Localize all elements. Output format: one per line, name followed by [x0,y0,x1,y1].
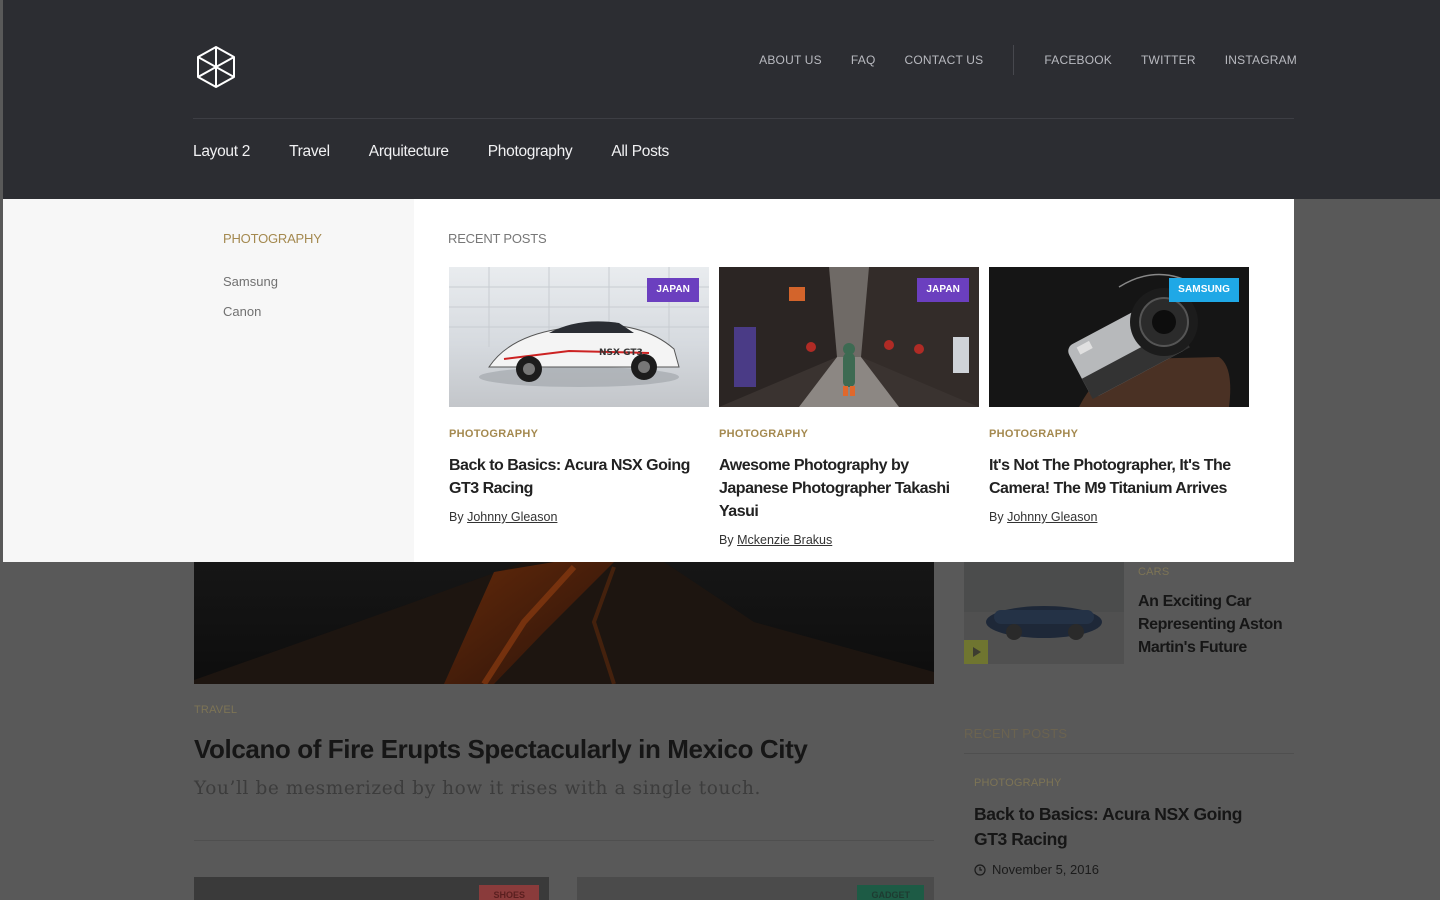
sidebar-recent-heading: RECENT POSTS [964,726,1068,741]
nav-item-arquitecture[interactable]: Arquitecture [369,143,449,161]
car-post-thumb[interactable] [964,562,1124,664]
post-byline: By Mckenzie Brakus [719,533,979,547]
post-title[interactable]: Back to Basics: Acura NSX Going GT3 Raci… [449,454,709,500]
recent-posts-heading: RECENT POSTS [448,231,547,246]
play-icon[interactable] [964,640,988,664]
link-separator [1013,45,1015,75]
divider [194,840,934,841]
post-badge-samsung[interactable]: SAMSUNG [1169,278,1239,302]
subcategory-samsung[interactable]: Samsung [223,274,278,289]
byline-prefix: By [719,533,734,547]
post-card: NSX GT3 JAPAN PHOTOGRAPHY Back to Basics… [449,267,709,524]
nav-item-photography[interactable]: Photography [488,143,573,161]
divider [964,753,1294,754]
recent-post-title[interactable]: Back to Basics: Acura NSX Going GT3 Raci… [974,802,1274,852]
main-nav: Layout 2 Travel Arquitecture Photography… [193,143,708,161]
nav-item-all-posts[interactable]: All Posts [611,143,669,161]
post-card: SAMSUNG PHOTOGRAPHY It's Not The Photogr… [989,267,1249,524]
post-category[interactable]: PHOTOGRAPHY [719,428,979,440]
feature-category[interactable]: TRAVEL [194,704,237,716]
clock-icon [974,863,986,876]
bottom-post-thumb[interactable]: GADGET [577,877,934,900]
post-thumbnail-acura[interactable]: NSX GT3 JAPAN [449,267,709,407]
post-title[interactable]: Awesome Photography by Japanese Photogra… [719,454,979,523]
recent-post-date-row: November 5, 2016 [974,862,1099,877]
recent-post-date: November 5, 2016 [992,862,1099,877]
post-thumbnail-camera[interactable]: SAMSUNG [989,267,1249,407]
feature-subtitle: You’ll be mesmerized by how it rises wit… [194,778,761,799]
post-author-link[interactable]: Johnny Gleason [467,510,557,524]
feature-title[interactable]: Volcano of Fire Erupts Spectacularly in … [194,734,808,765]
hexagon-cube-icon[interactable] [194,45,238,89]
svg-text:NSX GT3: NSX GT3 [599,348,643,358]
nav-item-layout-2[interactable]: Layout 2 [193,143,250,161]
post-thumbnail-street[interactable]: JAPAN [719,267,979,407]
recent-post-category[interactable]: PHOTOGRAPHY [974,777,1062,789]
post-byline: By Johnny Gleason [989,510,1249,524]
volcano-hero-image[interactable] [194,562,934,684]
facebook-link[interactable]: FACEBOOK [1044,53,1112,67]
nav-item-travel[interactable]: Travel [289,143,330,161]
byline-prefix: By [989,510,1004,524]
instagram-link[interactable]: INSTAGRAM [1225,53,1297,67]
post-badge: SHOES [479,885,539,900]
post-category[interactable]: PHOTOGRAPHY [449,428,709,440]
sidebar-post-title[interactable]: An Exciting Car Representing Aston Marti… [1138,590,1288,659]
bottom-post-thumb[interactable]: SHOES [194,877,549,900]
post-badge-japan[interactable]: JAPAN [917,278,969,302]
mega-menu-categories: PHOTOGRAPHY Samsung Canon [3,199,414,562]
top-links: ABOUT US FAQ CONTACT US FACEBOOK TWITTER… [759,44,1297,76]
post-author-link[interactable]: Johnny Gleason [1007,510,1097,524]
header-divider [193,118,1294,119]
post-card: JAPAN PHOTOGRAPHY Awesome Photography by… [719,267,979,547]
faq-link[interactable]: FAQ [851,53,876,67]
post-badge: GADGET [857,885,924,900]
byline-prefix: By [449,510,464,524]
post-author-link[interactable]: Mckenzie Brakus [737,533,832,547]
photography-mega-menu: PHOTOGRAPHY Samsung Canon RECENT POSTS N… [3,199,1294,562]
site-header: ABOUT US FAQ CONTACT US FACEBOOK TWITTER… [3,0,1440,199]
post-category[interactable]: PHOTOGRAPHY [989,428,1249,440]
post-badge-japan[interactable]: JAPAN [647,278,699,302]
contact-us-link[interactable]: CONTACT US [904,53,983,67]
twitter-link[interactable]: TWITTER [1141,53,1196,67]
about-us-link[interactable]: ABOUT US [759,53,822,67]
sidebar-post-category[interactable]: CARS [1138,566,1169,578]
post-byline: By Johnny Gleason [449,510,709,524]
subcategory-canon[interactable]: Canon [223,304,261,319]
mega-menu-category-title[interactable]: PHOTOGRAPHY [223,231,322,246]
post-title[interactable]: It's Not The Photographer, It's The Came… [989,454,1249,500]
